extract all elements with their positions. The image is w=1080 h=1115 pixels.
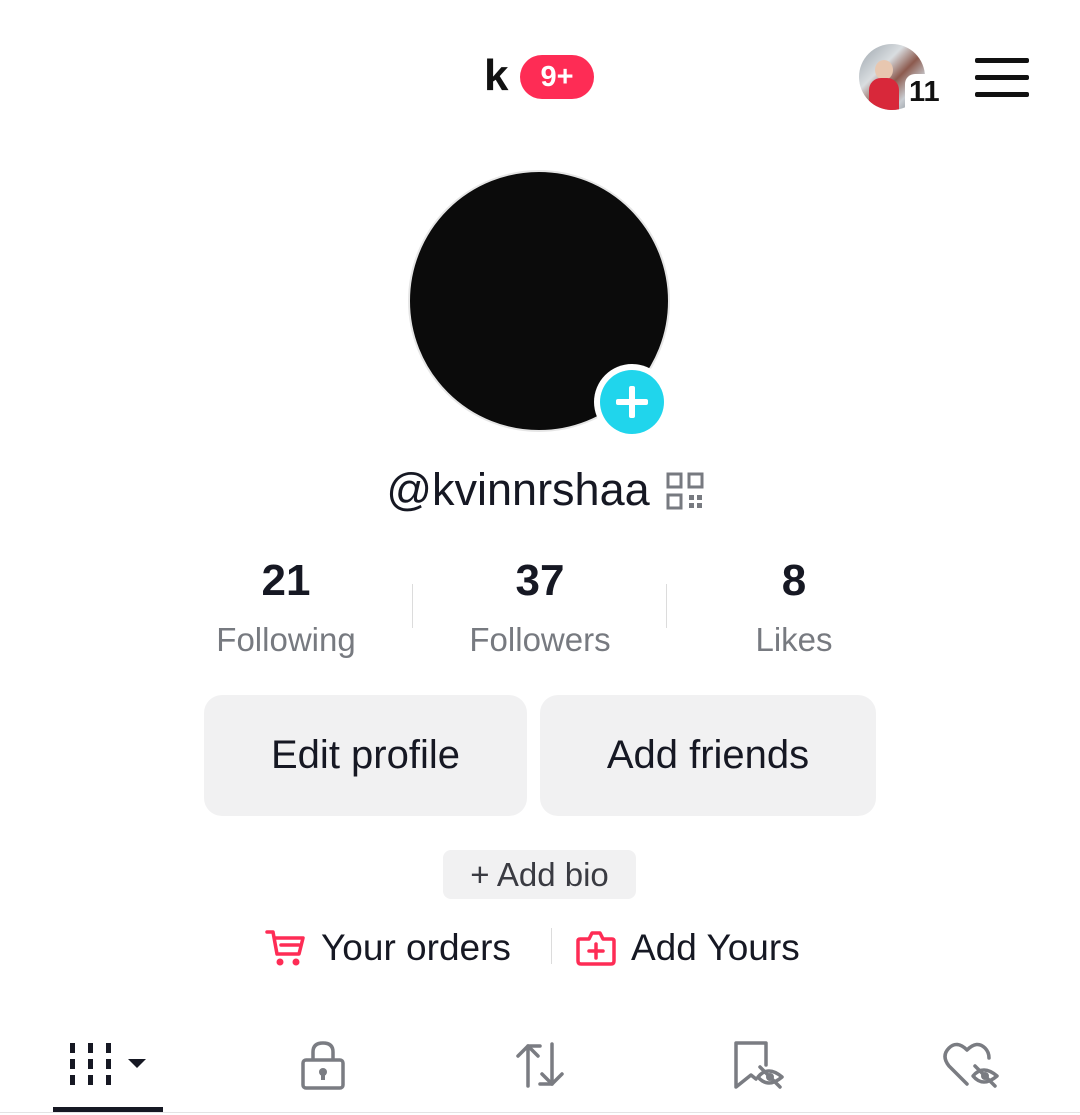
stat-likes-label: Likes: [755, 621, 833, 658]
tab-liked[interactable]: [917, 1025, 1027, 1105]
profile-name-initial[interactable]: k: [484, 50, 508, 102]
add-bio-button[interactable]: + Add bio: [443, 850, 636, 899]
stat-following-label: Following: [216, 621, 356, 658]
grid-icon: [70, 1043, 146, 1085]
cart-icon: [265, 930, 305, 966]
add-yours-icon: [576, 931, 616, 966]
username-row: @kvinnrshaa: [0, 460, 1080, 520]
tab-videos[interactable]: [53, 1025, 163, 1105]
stat-following[interactable]: 21 Following: [159, 552, 413, 670]
stat-followers-value: 37: [515, 556, 565, 605]
tab-private[interactable]: [268, 1025, 378, 1105]
add-photo-button[interactable]: [594, 364, 670, 440]
repost-icon: [516, 1042, 564, 1088]
qr-code-icon[interactable]: [666, 472, 704, 510]
tab-favorites[interactable]: [703, 1025, 813, 1105]
lock-icon: [301, 1041, 345, 1090]
tab-reposts[interactable]: [485, 1025, 595, 1105]
chevron-down-icon: [128, 1059, 146, 1068]
favorites-hidden-icon: [734, 1041, 784, 1089]
liked-hidden-icon: [943, 1042, 999, 1088]
stat-likes[interactable]: 8 Likes: [667, 552, 921, 670]
add-yours-label: Add Yours: [631, 927, 800, 968]
your-orders-link[interactable]: Your orders: [265, 920, 511, 976]
stat-followers-label: Followers: [469, 621, 611, 658]
your-orders-label: Your orders: [321, 927, 511, 968]
add-yours-link[interactable]: Add Yours: [575, 920, 800, 976]
tabs-border: [0, 1112, 1080, 1113]
notification-badge[interactable]: 9+: [520, 55, 594, 99]
stat-likes-value: 8: [781, 556, 807, 605]
plus-icon: [600, 370, 664, 434]
account-switch-count: 11: [905, 74, 944, 108]
stat-followers[interactable]: 37 Followers: [413, 552, 667, 670]
username: @kvinnrshaa: [386, 464, 650, 515]
add-friends-button[interactable]: Add friends: [540, 695, 876, 816]
hamburger-menu-icon[interactable]: [975, 56, 1031, 98]
links-divider: [551, 928, 552, 964]
edit-profile-button[interactable]: Edit profile: [204, 695, 527, 816]
stat-following-value: 21: [261, 556, 311, 605]
